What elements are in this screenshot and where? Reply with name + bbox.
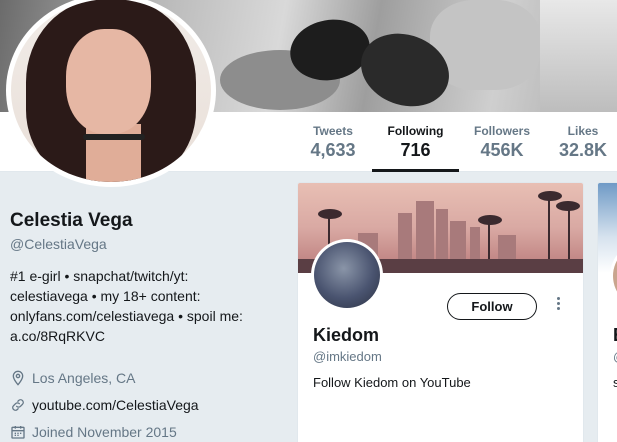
bio-line: #1 e-girl • snapchat/twitch/yt:: [10, 268, 189, 284]
location-row: Los Angeles, CA: [10, 364, 290, 391]
bio-line: celestiavega • my 18+ content:: [10, 288, 201, 304]
profile-bio: #1 e-girl • snapchat/twitch/yt: celestia…: [10, 266, 265, 346]
card-handle[interactable]: @: [613, 349, 617, 364]
suggested-user-card[interactable]: E @ s: [597, 182, 617, 442]
follow-button[interactable]: Follow: [447, 293, 537, 320]
stat-tweets-value: 4,633: [310, 140, 356, 160]
stat-likes-value: 32.8K: [558, 140, 608, 160]
stat-followers[interactable]: Followers 456K: [462, 124, 542, 172]
location-text: Los Angeles, CA: [32, 369, 136, 386]
bio-line[interactable]: onlyfans.com/celestiavega • spoil me:: [10, 306, 265, 326]
website-row: youtube.com/CelestiaVega: [10, 391, 290, 418]
card-name[interactable]: Kiedom: [313, 325, 379, 346]
card-description: Follow Kiedom on YouTube: [313, 375, 471, 390]
calendar-icon: [11, 425, 25, 439]
link-icon: [12, 398, 24, 411]
map-pin-icon: [12, 370, 24, 386]
more-vertical-icon[interactable]: [552, 297, 564, 317]
website-link[interactable]: youtube.com/CelestiaVega: [32, 397, 199, 413]
stat-tweets[interactable]: Tweets 4,633: [298, 124, 368, 172]
stat-followers-value: 456K: [480, 140, 524, 160]
suggested-user-card[interactable]: Follow Kiedom @imkiedom Follow Kiedom on…: [297, 182, 584, 442]
profile-info: Celestia Vega @CelestiaVega #1 e-girl • …: [10, 210, 290, 442]
profile-name[interactable]: Celestia Vega: [10, 210, 290, 232]
profile-meta: Los Angeles, CA youtube.com/CelestiaVega…: [10, 364, 290, 442]
stat-following-value: 716: [400, 140, 431, 160]
stat-following-label: Following: [387, 124, 444, 138]
card-description: s: [613, 375, 617, 390]
stat-followers-label: Followers: [473, 124, 530, 138]
stat-likes[interactable]: Likes 32.8K: [548, 124, 617, 172]
profile-avatar[interactable]: [6, 0, 216, 187]
bio-line[interactable]: a.co/8RqRKVC: [10, 326, 265, 346]
card-name[interactable]: E: [613, 325, 617, 346]
joined-row: Joined November 2015: [10, 418, 290, 442]
stat-following[interactable]: Following 716: [372, 124, 459, 172]
joined-text: Joined November 2015: [32, 423, 177, 440]
profile-handle[interactable]: @CelestiaVega: [10, 236, 290, 252]
stat-likes-label: Likes: [567, 124, 599, 138]
stat-tweets-label: Tweets: [313, 124, 353, 138]
card-avatar[interactable]: [311, 239, 383, 311]
card-handle[interactable]: @imkiedom: [313, 349, 382, 364]
